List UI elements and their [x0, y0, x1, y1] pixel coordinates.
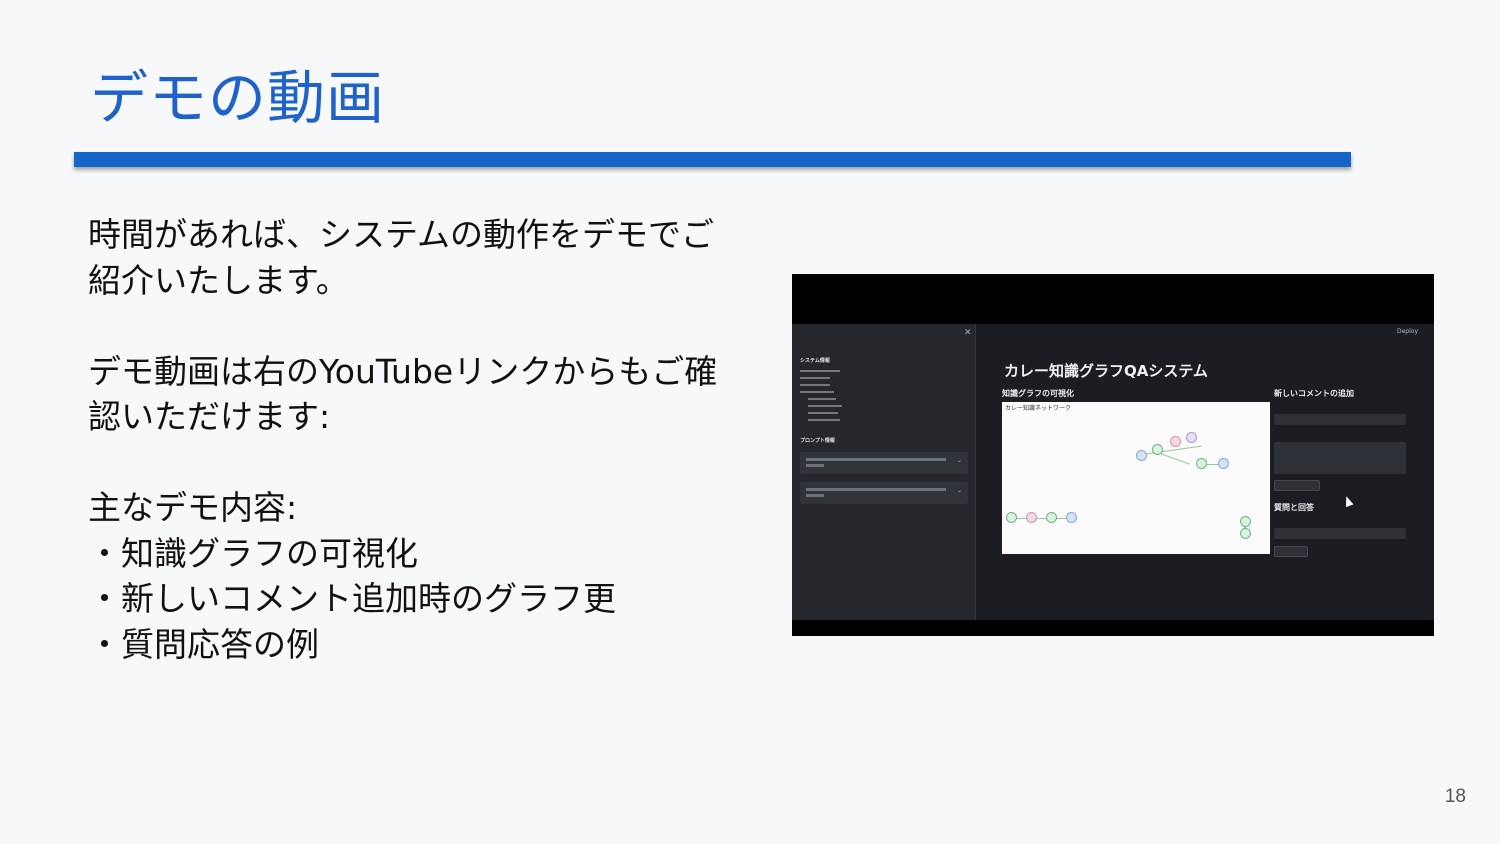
sidebar-heading: システム情報 — [800, 358, 830, 364]
bullet-item: ・新しいコメント追加時のグラフ更 — [88, 579, 616, 618]
graph-caption: カレー知識ネットワーク — [1005, 405, 1072, 412]
contents-heading: 主なデモ内容: — [88, 488, 298, 527]
bullet-item: ・知識グラフの可視化 — [88, 533, 418, 573]
sidebar-heading: プロンプト情報 — [800, 438, 835, 444]
graph-node — [1196, 458, 1207, 469]
submit-question-button — [1274, 546, 1308, 557]
slide-title: デモの動画 — [90, 64, 386, 132]
graph-node — [1026, 512, 1037, 523]
video-app-title: カレー知識グラフQAシステム — [1004, 362, 1208, 380]
add-comment-heading: 新しいコメントの追加 — [1274, 389, 1354, 398]
sidebar-lines — [800, 370, 842, 426]
graph-node — [1186, 432, 1197, 443]
prompt-expander: ⌄ — [800, 452, 968, 474]
video-sidebar: ✕ システム情報 プロンプト情報 ⌄ ⌄ — [792, 324, 976, 620]
close-icon: ✕ — [964, 328, 972, 338]
add-comment-button — [1274, 480, 1320, 491]
prompt-expander: ⌄ — [800, 482, 968, 504]
user-select — [1274, 414, 1406, 425]
graph-node — [1006, 512, 1017, 523]
graph-node — [1170, 436, 1181, 447]
slide-body: 時間があれば、システムの動作をデモでご 紹介いたします。 デモ動画は右のYouT… — [88, 212, 778, 667]
qa-heading: 質問と回答 — [1274, 503, 1314, 512]
graph-heading: 知識グラフの可視化 — [1002, 389, 1074, 398]
bullet-item: ・質問応答の例 — [88, 624, 319, 664]
intro-paragraph: 時間があれば、システムの動作をデモでご 紹介いたします。 — [88, 215, 715, 300]
title-underline — [74, 152, 1351, 167]
youtube-paragraph: デモ動画は右のYouTubeリンクからもご確 認いただけます: — [88, 351, 718, 437]
question-input — [1274, 528, 1406, 539]
graph-node — [1240, 528, 1251, 539]
comment-textarea — [1274, 442, 1406, 474]
knowledge-graph-panel: カレー知識ネットワーク — [1002, 402, 1270, 554]
video-app-screenshot: ✕ システム情報 プロンプト情報 ⌄ ⌄ Deploy カレー知識グラフQAシス… — [792, 324, 1434, 620]
video-thumbnail[interactable]: ✕ システム情報 プロンプト情報 ⌄ ⌄ Deploy カレー知識グラフQAシス… — [792, 274, 1434, 636]
deploy-label: Deploy — [1396, 328, 1418, 335]
graph-node — [1066, 512, 1077, 523]
graph-node — [1218, 458, 1229, 469]
mouse-cursor-icon — [1342, 494, 1354, 508]
graph-node — [1136, 450, 1147, 461]
graph-node — [1240, 516, 1251, 527]
graph-node — [1046, 512, 1057, 523]
graph-node — [1152, 444, 1163, 455]
page-number: 18 — [1444, 786, 1466, 807]
